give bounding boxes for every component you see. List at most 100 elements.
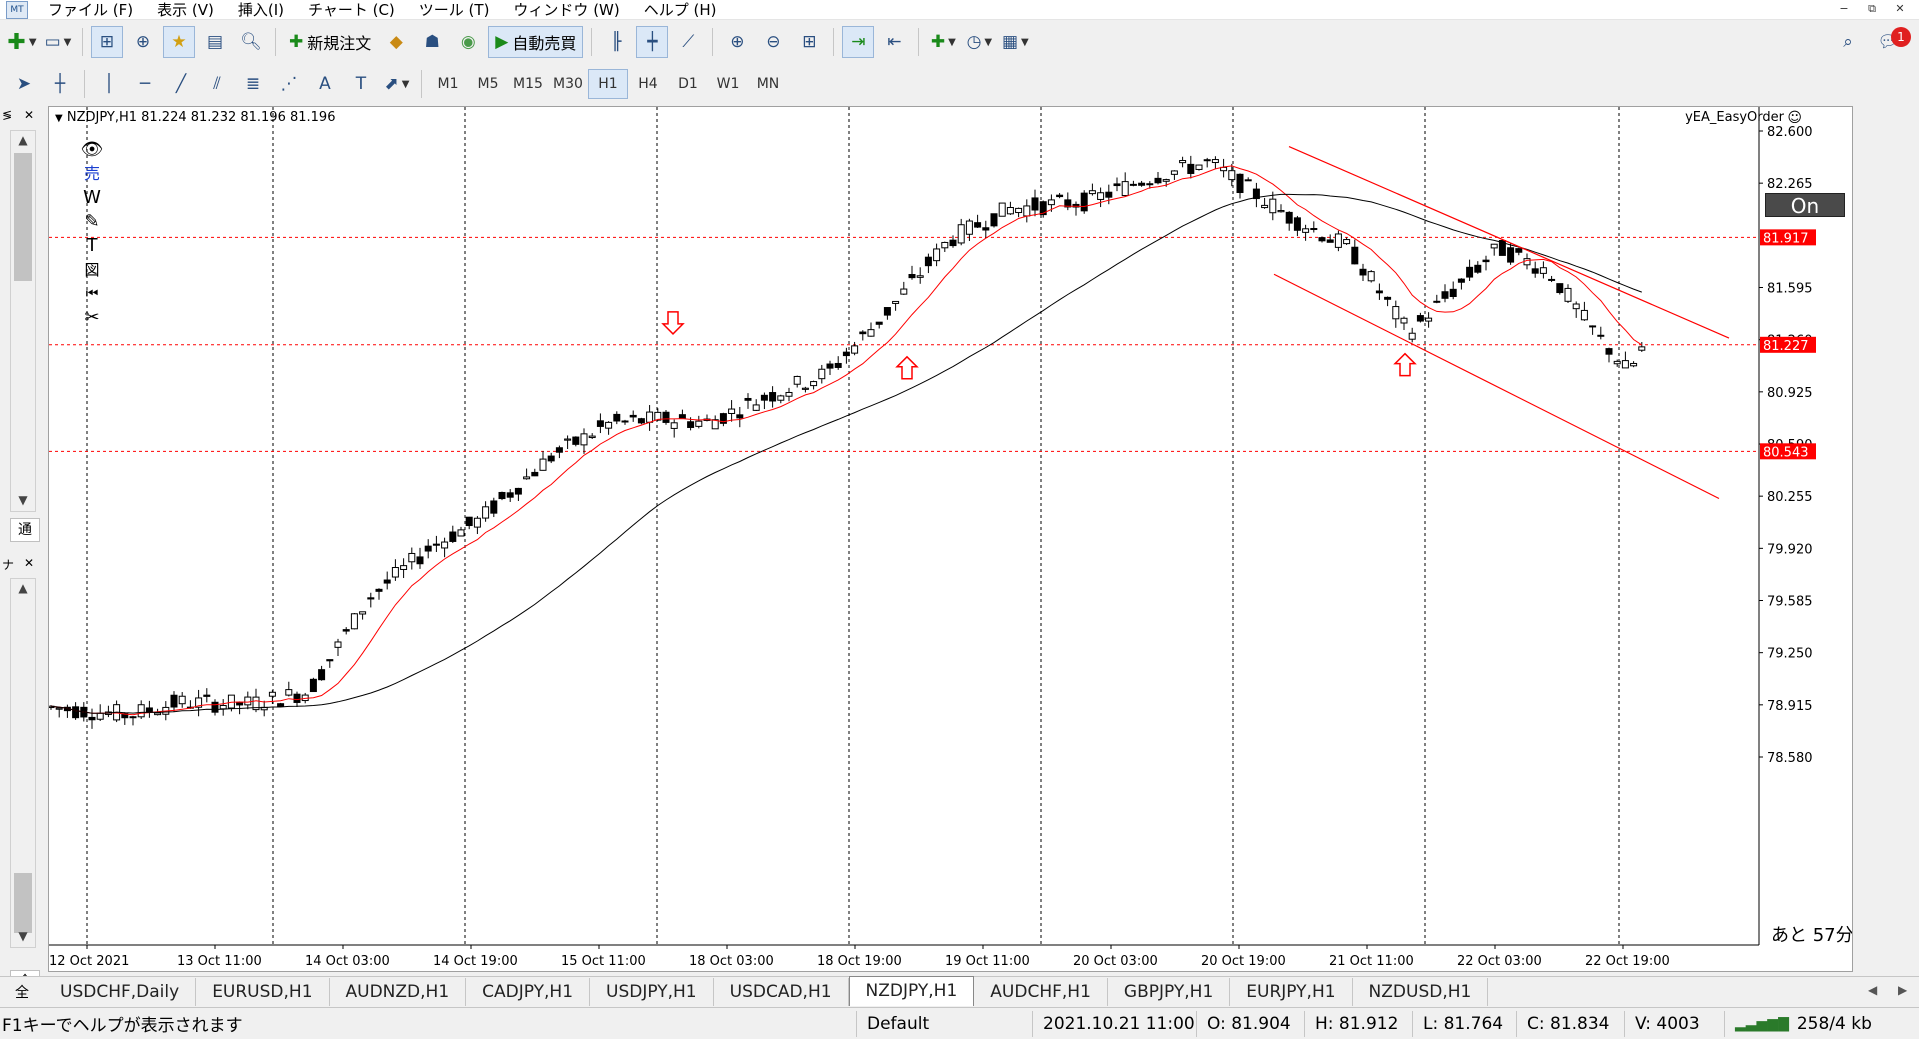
menu-insert[interactable]: 挿入(I) — [226, 0, 296, 20]
search-button[interactable]: ⌕ — [1832, 26, 1864, 58]
horizontal-line-tool[interactable]: ─ — [129, 68, 161, 100]
price-chart[interactable]: 82.60082.26581.59581.26080.92580.59080.2… — [49, 107, 1853, 972]
timeframe-w1[interactable]: W1 — [708, 69, 748, 99]
chart-shift-button[interactable]: ⇤ — [878, 26, 910, 58]
auto-trading-button[interactable]: ▶ 自動売買 — [488, 26, 584, 58]
vertical-line-tool[interactable]: │ — [93, 68, 125, 100]
navigator-scrollbar[interactable]: ▲ ▼ — [10, 578, 36, 948]
rewind-button[interactable]: ⏮ — [79, 282, 105, 306]
timeframe-m30[interactable]: M30 — [548, 69, 588, 99]
signals-button[interactable]: ☗ — [416, 26, 448, 58]
w-button[interactable]: W — [79, 186, 105, 210]
scissors-button[interactable]: ✂ — [79, 306, 105, 330]
candlestick-button[interactable]: ┿ — [636, 26, 669, 58]
timeframe-mn[interactable]: MN — [748, 69, 788, 99]
x-tick-label: 14 Oct 03:00 — [305, 954, 390, 969]
scroll-thumb[interactable] — [14, 153, 32, 281]
crosshair-tool[interactable]: ┼ — [44, 68, 76, 100]
market-watch-button[interactable]: ⊞ — [91, 26, 123, 58]
zoom-in-button[interactable]: ⊕ — [721, 26, 753, 58]
zoom-out-button[interactable]: ⊖ — [757, 26, 789, 58]
menu-window[interactable]: ウィンドウ (W) — [501, 0, 631, 20]
text-label-tool[interactable]: T — [345, 68, 377, 100]
connection-status[interactable]: ▂▃▅▆▇ 258/4 kb — [1724, 1010, 1904, 1037]
timeframe-h1[interactable]: H1 — [588, 69, 628, 99]
tab-symbols[interactable]: 通 — [10, 518, 40, 542]
equidistant-channel-tool[interactable]: ⫽ — [201, 68, 233, 100]
scroll-down-icon[interactable]: ▼ — [11, 929, 35, 943]
profile-name[interactable]: Default — [856, 1010, 1032, 1037]
bar-chart-button[interactable]: ╟ — [600, 26, 632, 58]
tab-nzdjpy-h1[interactable]: NZDJPY,H1 — [848, 976, 975, 1006]
restore-button[interactable]: ⧉ — [1860, 0, 1884, 18]
scroll-down-icon[interactable]: ▼ — [11, 493, 35, 507]
menu-tools[interactable]: ツール (T) — [407, 0, 502, 20]
tab-scroll-left-icon[interactable]: ◀ — [1868, 983, 1877, 997]
trendline-tool[interactable]: ╱ — [165, 68, 197, 100]
ea-on-button[interactable]: On — [1765, 193, 1845, 218]
terminal-button[interactable]: ▤ — [199, 26, 231, 58]
menu-file[interactable]: ファイル (F) — [36, 0, 145, 20]
timeframe-d1[interactable]: D1 — [668, 69, 708, 99]
tab-eurusd-h1[interactable]: EURUSD,H1 — [196, 978, 330, 1006]
tab-audnzd-h1[interactable]: AUDNZD,H1 — [330, 978, 467, 1006]
tab-usdchf-daily[interactable]: USDCHF,Daily — [44, 978, 197, 1006]
periods-button[interactable]: ◷ ▼ — [963, 26, 995, 58]
timeframe-m5[interactable]: M5 — [468, 69, 508, 99]
shape-button[interactable]: 図 — [79, 258, 105, 282]
menu-help[interactable]: ヘルプ (H) — [632, 0, 729, 20]
chart-window[interactable]: 82.60082.26581.59581.26080.92580.59080.2… — [48, 106, 1853, 972]
text-button[interactable]: T — [79, 234, 105, 258]
close-icon[interactable]: ✕ — [24, 556, 34, 570]
menu-chart[interactable]: チャート (C) — [296, 0, 407, 20]
navigator-button[interactable]: ★ — [163, 26, 195, 58]
tab-usdjpy-h1[interactable]: USDJPY,H1 — [590, 978, 714, 1006]
cursor-tool[interactable]: ➤ — [8, 68, 40, 100]
caret-down-icon: ▼ — [63, 36, 72, 48]
strategy-tester-button[interactable]: 🔍︎ — [235, 26, 267, 58]
tab-audchf-h1[interactable]: AUDCHF,H1 — [974, 978, 1108, 1006]
market-watch-scrollbar[interactable]: ▲ ▼ — [10, 130, 36, 512]
tab-usdcad-h1[interactable]: USDCAD,H1 — [714, 978, 849, 1006]
caret-down-icon[interactable]: ▼ — [55, 113, 63, 124]
tab-gbpjpy-h1[interactable]: GBPJPY,H1 — [1108, 978, 1231, 1006]
tab-nzdusd-h1[interactable]: NZDUSD,H1 — [1353, 978, 1489, 1006]
new-chart-button[interactable]: ✚ ▼ — [6, 26, 38, 58]
profiles-button[interactable]: ▭ ▼ — [42, 26, 74, 58]
menu-view[interactable]: 表示 (V) — [145, 0, 226, 20]
scroll-up-icon[interactable]: ▲ — [11, 581, 35, 595]
tab-all[interactable]: 全 — [0, 980, 44, 1006]
separator — [82, 28, 83, 56]
line-chart-button[interactable]: ⟋ — [672, 26, 704, 58]
scroll-thumb[interactable] — [14, 873, 32, 933]
text-tool[interactable]: A — [309, 68, 341, 100]
tab-eurjpy-h1[interactable]: EURJPY,H1 — [1230, 978, 1353, 1006]
tile-windows-button[interactable]: ⊞ — [793, 26, 825, 58]
auto-scroll-button[interactable]: ⇥ — [842, 26, 875, 58]
candle-body — [1211, 159, 1219, 164]
candle-body — [1416, 315, 1424, 322]
indicators-button[interactable]: ✚ ▼ — [927, 26, 959, 58]
timeframe-m15[interactable]: M15 — [508, 69, 548, 99]
data-window-button[interactable]: ⊕ — [127, 26, 159, 58]
fibo-fan-tool[interactable]: ⋰ — [273, 68, 305, 100]
notifications-button[interactable]: 💬︎ 1 — [1872, 26, 1911, 58]
tab-cadjpy-h1[interactable]: CADJPY,H1 — [466, 978, 591, 1006]
eye-icon[interactable]: 👁︎ — [79, 138, 105, 162]
scroll-up-icon[interactable]: ▲ — [11, 133, 35, 147]
app-icon[interactable]: MT — [6, 0, 28, 19]
minimize-button[interactable]: − — [1832, 0, 1856, 18]
arrows-tool[interactable]: ⬈ ▼ — [381, 68, 413, 100]
metaeditor-button[interactable]: ◆ — [380, 26, 412, 58]
templates-button[interactable]: ▦ ▼ — [999, 26, 1031, 58]
timeframe-m1[interactable]: M1 — [428, 69, 468, 99]
close-icon[interactable]: ✕ — [24, 108, 34, 122]
tab-scroll-right-icon[interactable]: ▶ — [1898, 983, 1907, 997]
sell-button[interactable]: 売 — [79, 162, 105, 186]
timeframe-h4[interactable]: H4 — [628, 69, 668, 99]
new-order-button[interactable]: ✚ 新規注文 — [284, 26, 376, 58]
vps-button[interactable]: ◉ — [452, 26, 484, 58]
close-button[interactable]: ✕ — [1888, 0, 1912, 18]
pencil-icon[interactable]: ✎ — [79, 210, 105, 234]
fibonacci-tool[interactable]: ≣ — [237, 68, 269, 100]
